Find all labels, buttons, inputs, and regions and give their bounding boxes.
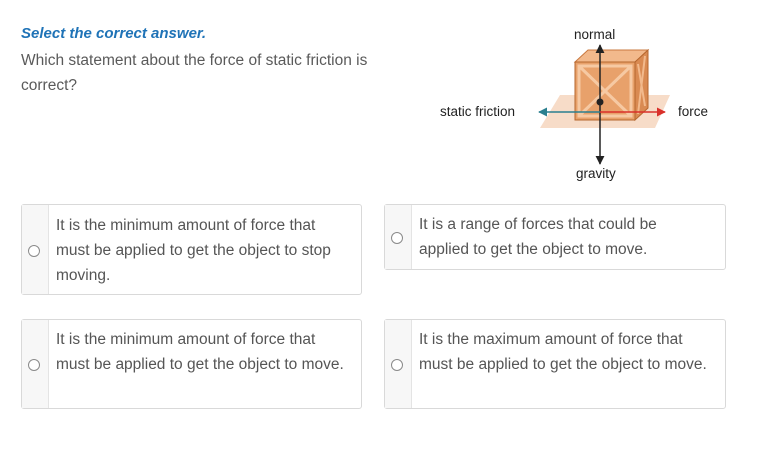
radio-button-a[interactable] <box>28 245 40 257</box>
force-diagram: normal gravity static friction force <box>430 20 730 190</box>
radio-button-d[interactable] <box>391 359 403 371</box>
gravity-label: gravity <box>576 166 616 181</box>
answer-option-b[interactable]: It is a range of forces that could be ap… <box>384 204 726 270</box>
radio-button-b[interactable] <box>391 232 403 244</box>
answer-option-a[interactable]: It is the minimum amount of force that m… <box>21 204 362 295</box>
option-c-text: It is the minimum amount of force that m… <box>56 331 344 373</box>
answer-option-c[interactable]: It is the minimum amount of force that m… <box>21 319 362 409</box>
option-a-text: It is the minimum amount of force that m… <box>56 217 331 284</box>
normal-label: normal <box>574 27 616 42</box>
instruction-text: Select the correct answer. <box>21 25 207 42</box>
question-text: Which statement about the force of stati… <box>21 52 368 94</box>
answer-option-d[interactable]: It is the maximum amount of force that m… <box>384 319 726 409</box>
force-label: force <box>678 104 709 119</box>
static-friction-label: static friction <box>440 104 516 119</box>
option-d-text: It is the maximum amount of force that m… <box>419 331 707 373</box>
center-point <box>596 98 604 106</box>
option-b-text: It is a range of forces that could be ap… <box>419 216 657 258</box>
radio-button-c[interactable] <box>28 359 40 371</box>
